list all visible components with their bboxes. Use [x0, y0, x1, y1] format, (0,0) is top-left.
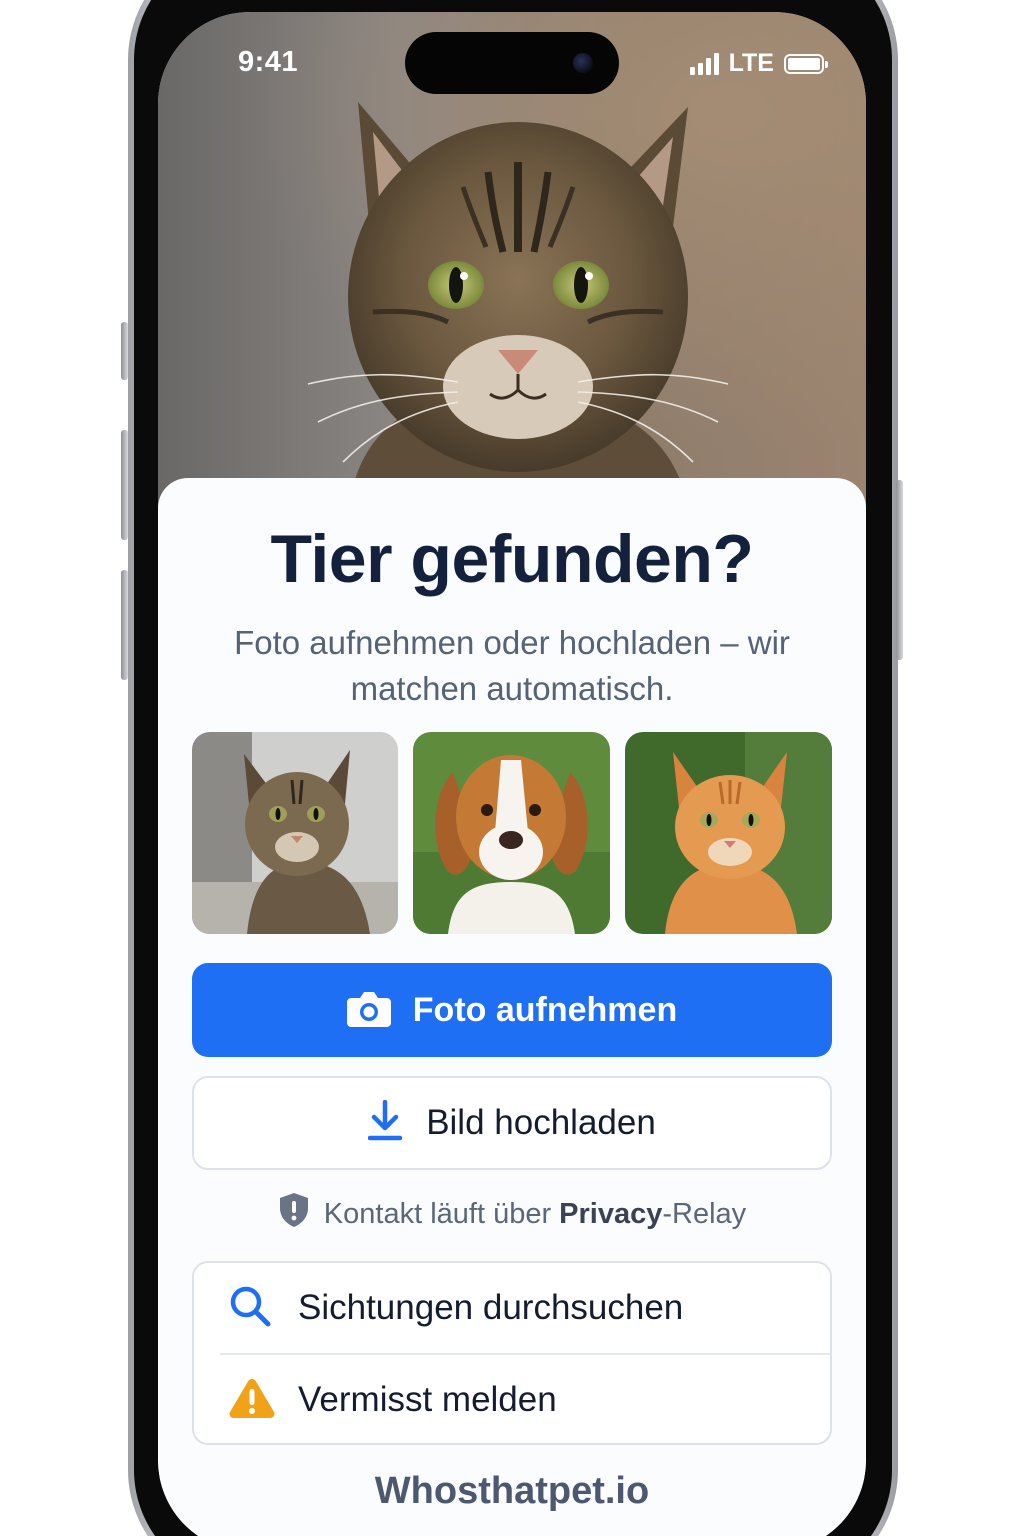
report-missing-label: Vermisst melden [298, 1380, 557, 1419]
orange-cat-thumbnail-image [625, 732, 832, 934]
take-photo-button[interactable]: Foto aufnehmen [192, 963, 832, 1057]
beagle-dog-thumbnail-image [413, 732, 610, 934]
brand-name: Whosthatpet.io [374, 1470, 650, 1512]
take-photo-label: Foto aufnehmen [412, 990, 678, 1029]
hero-cat-photo: 9:41 LTE [158, 12, 866, 512]
status-indicators: LTE [689, 49, 828, 78]
thumbnail-orange-cat[interactable] [625, 732, 832, 934]
volume-down-button [121, 570, 128, 680]
shield-icon [278, 1192, 310, 1236]
download-icon [367, 1099, 403, 1146]
dynamic-island [405, 32, 619, 94]
page: 9:41 LTE Tier gefunden? Foto aufnehmen o… [0, 0, 1024, 1536]
privacy-text: Kontakt läuft über Privacy-Relay [324, 1198, 746, 1231]
example-photos [192, 732, 832, 934]
power-button [896, 480, 903, 660]
search-sightings-item[interactable]: Sichtungen durchsuchen [194, 1263, 830, 1353]
camera-icon [346, 989, 391, 1031]
privacy-text-highlight: Privacy [559, 1197, 663, 1230]
battery-icon [784, 53, 828, 74]
thumbnail-beagle-dog[interactable] [413, 732, 610, 934]
action-list: Sichtungen durchsuchen Vermisst melden [192, 1261, 832, 1445]
privacy-note: Kontakt läuft über Privacy-Relay [158, 1192, 866, 1236]
search-sightings-label: Sichtungen durchsuchen [298, 1288, 684, 1327]
privacy-text-prefix: Kontakt läuft über [323, 1197, 560, 1230]
action-button [121, 322, 128, 380]
network-type: LTE [728, 49, 774, 77]
front-camera-icon [573, 53, 593, 73]
privacy-text-suffix: -Relay [662, 1197, 747, 1230]
phone-screen: 9:41 LTE Tier gefunden? Foto aufnehmen o… [158, 12, 866, 1536]
search-icon [228, 1284, 272, 1332]
report-missing-item[interactable]: Vermisst melden [194, 1355, 830, 1445]
warning-icon [228, 1377, 276, 1423]
found-pet-sheet: Tier gefunden? Foto aufnehmen oder hochl… [158, 478, 866, 1536]
tabby-cat-thumbnail-image [192, 732, 398, 934]
status-time: 9:41 [238, 46, 299, 78]
thumbnail-tabby-cat[interactable] [192, 732, 398, 934]
page-title: Tier gefunden? [270, 521, 754, 597]
page-subtitle: Foto aufnehmen oder hochladen – wir matc… [234, 624, 790, 707]
signal-icon [689, 52, 719, 75]
volume-up-button [121, 430, 128, 540]
upload-image-button[interactable]: Bild hochladen [192, 1076, 832, 1170]
status-bar: 9:41 LTE [158, 12, 866, 112]
upload-image-label: Bild hochladen [426, 1103, 656, 1142]
